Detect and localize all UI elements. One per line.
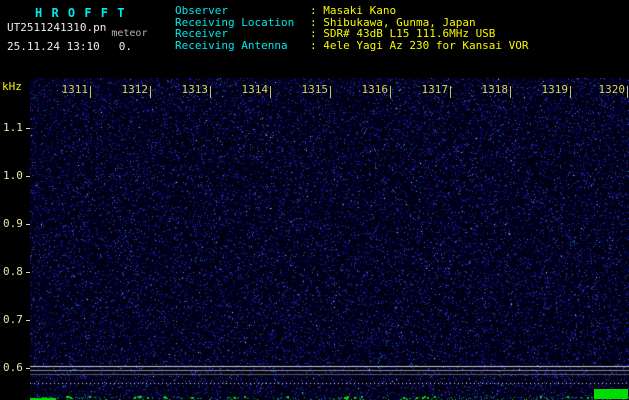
x-tick-mark [570, 86, 571, 98]
x-tick-label: 1316 [361, 83, 389, 96]
datetime-text: 25.11.24 13:10 [7, 40, 100, 53]
x-tick-label: 1313 [181, 83, 209, 96]
echo-counter: 0. [118, 40, 132, 53]
x-tick-mark [150, 86, 151, 98]
x-tick-mark [330, 86, 331, 98]
y-tick-label: 0.8 [3, 265, 23, 278]
x-tick-mark [450, 86, 451, 98]
signal-meter-box [594, 389, 628, 399]
spectrogram-noise-canvas [30, 78, 629, 400]
y-tick-label: 0.7 [3, 313, 23, 326]
app-title: H R O F F T [35, 6, 126, 20]
output-filename-line: UT2511241310.pn meteor [7, 21, 147, 39]
x-tick-mark [90, 86, 91, 98]
x-tick-label: 1312 [121, 83, 149, 96]
x-tick-mark [210, 86, 211, 98]
x-tick-mark [390, 86, 391, 98]
datetime-line: 25.11.24 13:10 0. [7, 40, 132, 53]
mode-label: meteor [111, 28, 148, 39]
filename-text: UT2511241310.pn [7, 21, 107, 34]
hrofft-screen: H R O F F T UT2511241310.pn meteor 25.11.… [0, 0, 629, 400]
spectrogram-plot: 1311 1312 1313 1314 1315 1316 1317 1318 1319 1320 [30, 78, 629, 400]
info-value: : 4ele Yagi Az 230 for Kansai VOR [310, 38, 529, 52]
x-tick-label: 1311 [61, 83, 89, 96]
x-tick-label: 1318 [481, 83, 509, 96]
info-label: Observer [175, 4, 228, 17]
x-tick-label: 1320 [598, 83, 626, 96]
info-label: Receiver [175, 27, 228, 40]
y-axis: kHz 1.1 1.0 0.9 0.8 0.7 0.6 [0, 78, 30, 400]
info-row-antenna: Receiving Antenna : 4ele Yagi Az 230 for … [175, 38, 529, 52]
x-tick-mark [270, 86, 271, 98]
y-tick-label: 0.9 [3, 217, 23, 230]
x-tick-mark [510, 86, 511, 98]
y-tick-label: 0.6 [3, 361, 23, 374]
y-tick-label: 1.1 [3, 121, 23, 134]
y-tick-label: 1.0 [3, 169, 23, 182]
y-axis-unit: kHz [2, 80, 22, 93]
x-tick-label: 1317 [421, 83, 449, 96]
station-info: Observer: Masaki Kano Receiving Location… [175, 5, 529, 51]
x-tick-label: 1314 [241, 83, 269, 96]
x-tick-label: 1319 [541, 83, 569, 96]
info-label: Receiving Antenna [175, 38, 288, 52]
x-tick-mark [627, 86, 628, 98]
x-tick-label: 1315 [301, 83, 329, 96]
